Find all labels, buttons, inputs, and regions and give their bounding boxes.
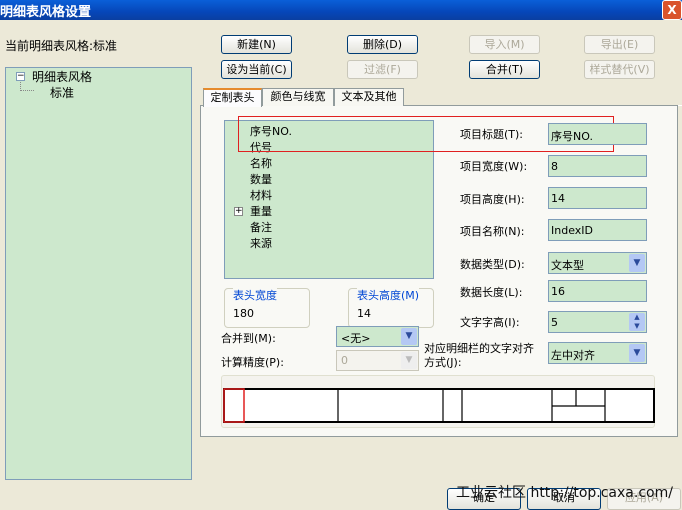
- text-height-value: 5: [551, 316, 558, 329]
- current-style-label: 当前明细表风格:标准: [5, 39, 118, 53]
- align-select[interactable]: 左中对齐 ▼: [548, 342, 647, 364]
- list-item[interactable]: 来源: [250, 236, 292, 252]
- style-tree[interactable]: − 明细表风格 标准: [5, 67, 192, 480]
- width-input[interactable]: 8: [548, 155, 647, 177]
- chevron-down-icon[interactable]: ▼: [401, 352, 417, 369]
- header-height-value: 14: [357, 307, 371, 320]
- tree-connector: [20, 82, 34, 91]
- merge-button[interactable]: 合并(T): [469, 60, 540, 79]
- close-button[interactable]: X: [662, 0, 682, 20]
- length-label: 数据长度(L):: [460, 286, 523, 299]
- collapse-icon[interactable]: −: [16, 72, 25, 81]
- list-item[interactable]: 名称: [250, 156, 292, 172]
- title-input[interactable]: 序号NO.: [548, 123, 647, 145]
- tab-color-linewidth[interactable]: 颜色与线宽: [262, 88, 334, 106]
- export-button[interactable]: 导出(E): [584, 35, 655, 54]
- align-value: 左中对齐: [551, 349, 595, 362]
- merge-to-select[interactable]: <无> ▼: [336, 326, 419, 347]
- tab-text-other[interactable]: 文本及其他: [334, 88, 404, 106]
- tree-item-standard[interactable]: 标准: [50, 84, 74, 101]
- delete-button[interactable]: 删除(D): [347, 35, 418, 54]
- title-label: 项目标题(T):: [460, 128, 524, 141]
- merge-to-value: <无>: [341, 332, 371, 345]
- name-input[interactable]: IndexID: [548, 219, 647, 241]
- height-input[interactable]: 14: [548, 187, 647, 209]
- precision-select[interactable]: 0 ▼: [336, 350, 419, 371]
- chevron-down-icon[interactable]: ▼: [401, 328, 417, 345]
- text-height-spinner[interactable]: 5 ▲ ▼: [548, 311, 647, 333]
- align-label-line2: 方式(J):: [424, 356, 462, 369]
- watermark: 工业云社区 http://top.caxa.com/: [456, 485, 673, 501]
- type-select[interactable]: 文本型 ▼: [548, 252, 647, 274]
- header-width-group: 表头宽度 180: [224, 287, 310, 328]
- filter-button[interactable]: 过滤(F): [347, 60, 418, 79]
- spin-arrows-icon[interactable]: ▲ ▼: [629, 313, 645, 331]
- list-item[interactable]: 重量: [250, 204, 292, 220]
- type-label: 数据类型(D):: [460, 258, 525, 271]
- chevron-down-icon[interactable]: ▼: [629, 254, 645, 272]
- header-width-label: 表头宽度: [233, 287, 277, 303]
- tree-root[interactable]: 明细表风格: [32, 68, 92, 85]
- text-height-label: 文字字高(I):: [460, 316, 520, 329]
- window-title: 明细表风格设置: [0, 5, 92, 20]
- precision-label: 计算精度(P):: [221, 356, 284, 369]
- style-replace-button[interactable]: 样式替代(V): [584, 60, 655, 79]
- height-label: 项目高度(H):: [460, 193, 525, 206]
- header-height-label: 表头高度(M): [357, 287, 420, 303]
- header-preview: [221, 375, 655, 428]
- list-item[interactable]: 备注: [250, 220, 292, 236]
- chevron-down-icon[interactable]: ▼: [629, 344, 645, 362]
- new-button[interactable]: 新建(N): [221, 35, 292, 54]
- width-label: 项目宽度(W):: [460, 160, 528, 173]
- import-button[interactable]: 导入(M): [469, 35, 540, 54]
- list-item[interactable]: 数量: [250, 172, 292, 188]
- name-label: 项目名称(N):: [460, 225, 525, 238]
- preview-table: [223, 388, 655, 423]
- title-bar: 明细表风格设置: [0, 0, 682, 20]
- tab-custom-header[interactable]: 定制表头: [203, 88, 262, 107]
- precision-value: 0: [341, 354, 348, 367]
- list-item[interactable]: 材料: [250, 188, 292, 204]
- header-width-value: 180: [233, 307, 254, 320]
- merge-to-label: 合并到(M):: [221, 332, 276, 345]
- set-current-button[interactable]: 设为当前(C): [221, 60, 292, 79]
- expand-icon[interactable]: +: [234, 207, 243, 216]
- header-height-group: 表头高度(M) 14: [348, 287, 434, 328]
- length-input[interactable]: 16: [548, 280, 647, 302]
- type-value: 文本型: [551, 259, 584, 272]
